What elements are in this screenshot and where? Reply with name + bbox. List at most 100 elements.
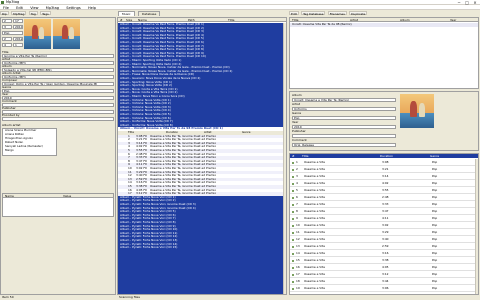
track-duration: 2:48 <box>382 195 389 199</box>
col-result-year[interactable]: Year <box>450 18 456 22</box>
field-value[interactable]: 2010 <box>2 96 114 100</box>
duplicate-button[interactable]: Duplicate <box>349 11 368 16</box>
track-checkbox-icon[interactable] <box>292 210 294 213</box>
track-number: 12 <box>296 237 300 241</box>
track-list[interactable]: 1 Ossame e Vita 3:08 Pop 2 Ossame e Vita 3:21 P… <box>290 159 475 294</box>
track-checkbox-icon[interactable] <box>292 189 294 192</box>
track-checkbox-icon[interactable] <box>292 266 294 269</box>
track-row[interactable]: 17 Ossame e Vita 3:12 Pop <box>290 271 475 278</box>
track-checkbox-icon[interactable] <box>292 231 294 234</box>
track-row[interactable]: 10 Ossame e Vita 3:02 Pop <box>290 222 475 229</box>
field-value[interactable] <box>2 117 114 121</box>
col-track-title[interactable]: Title <box>302 154 308 158</box>
track-row[interactable]: 1 Ossame e Vita 3:08 Pop <box>290 159 475 166</box>
track-list-scrollbar[interactable] <box>475 159 478 294</box>
track-checkbox-icon[interactable] <box>292 168 294 171</box>
track-checkbox-icon[interactable] <box>292 224 294 227</box>
track-row[interactable]: 16 Ossame e Vita 4:05 Pop <box>290 264 475 271</box>
tab-database[interactable]: Database <box>138 11 161 16</box>
col-track-number[interactable]: # <box>292 154 295 158</box>
track-genre: Pop <box>432 265 438 269</box>
tab-music[interactable]: Music <box>118 11 135 16</box>
track-row[interactable]: 14 Ossame e Vita 3:16 Pop <box>290 250 475 257</box>
field-value[interactable]: Pop <box>2 89 114 93</box>
selected-result-row[interactable]: Unrelt: Ossame Vita Per Te da 98 (Remix) <box>290 23 478 27</box>
track-row[interactable]: 5 Ossame e Vita 3:55 Pop <box>290 187 475 194</box>
field-value[interactable]: Uniforms (MH) <box>2 61 114 65</box>
track-genre: Pop <box>432 188 438 192</box>
col-name[interactable]: Name <box>138 18 147 22</box>
tags-button[interactable]: Tags <box>40 11 51 16</box>
track-checkbox-icon[interactable] <box>292 252 294 255</box>
col-result-artist[interactable]: Artist <box>350 18 358 22</box>
track-checkbox-icon[interactable] <box>292 175 294 178</box>
info-value[interactable]: Unrelt: Ossame e Vita Per Te (Remix) <box>292 97 396 102</box>
track-row[interactable]: 19 Ossame e Vita 3:06 Pop <box>290 285 475 292</box>
field-value[interactable]: Gnome e Vita Per Te (Remix) <box>2 54 114 58</box>
track-checkbox-icon[interactable] <box>292 161 294 164</box>
track-checkbox-icon[interactable] <box>292 203 294 206</box>
file-list-scrollbar[interactable] <box>283 23 286 294</box>
genre-field[interactable]: Pop <box>2 31 23 35</box>
count-field[interactable]: 1 <box>13 43 23 47</box>
mp3tag-button[interactable]: Mp3tag <box>11 11 27 16</box>
track-checkbox-icon[interactable] <box>292 238 294 241</box>
track-row[interactable]: 3 Ossame e Vita 3:14 Pop <box>290 173 475 180</box>
col-result-title[interactable]: Title <box>292 18 298 22</box>
separator <box>2 163 114 166</box>
track-duration: 3:44 <box>382 279 389 283</box>
track-checkbox-icon[interactable] <box>292 217 294 220</box>
field-value[interactable]: Unreal: Ostro e Vita Per Te / Glen Golde… <box>2 82 114 86</box>
track-row[interactable]: 11 Ossame e Vita 3:29 Pop <box>290 229 475 236</box>
edit-button[interactable]: Edit <box>289 11 299 16</box>
track-checkbox-icon[interactable] <box>292 259 294 262</box>
track-row[interactable]: 4 Ossame e Vita 4:02 Pop <box>290 180 475 187</box>
col-size[interactable]: Size <box>126 18 132 22</box>
rating-field[interactable]: 4 <box>2 43 12 47</box>
track-row[interactable]: 18 Ossame e Vita 3:44 Pop <box>290 278 475 285</box>
col-result-album[interactable]: Album <box>400 18 410 22</box>
info-value[interactable]: Orig. Release <box>292 142 396 147</box>
track-row[interactable]: 15 Ossame e Vita 3:38 Pop <box>290 257 475 264</box>
info-value[interactable]: 2010 <box>292 124 396 129</box>
col-path[interactable]: Path <box>188 18 195 22</box>
track-row[interactable]: 12 Ossame e Vita 3:40 Pop <box>290 236 475 243</box>
track-row[interactable]: 2 Ossame e Vita 3:21 Pop <box>290 166 475 173</box>
bpm-field[interactable]: 2 <box>2 37 12 41</box>
year-field[interactable]: 2010 <box>13 25 23 29</box>
disc-field[interactable]: 3 <box>2 25 12 29</box>
tag-database-button[interactable]: Tag Database <box>301 11 326 16</box>
track-field[interactable]: 2 <box>2 19 12 23</box>
file-list[interactable]: Album - Unrelt: Ossame Ve Past Ferre. Pr… <box>118 23 283 294</box>
album-artist-list[interactable]: Arena Sirena Plummer Ariana Rotten Hiragon… <box>2 128 57 156</box>
info-value[interactable] <box>292 133 396 138</box>
track-checkbox-icon[interactable] <box>292 273 294 276</box>
track-row[interactable]: 8 Ossame e Vita 3:47 Pop <box>290 208 475 215</box>
info-value[interactable]: Unforms <box>292 106 396 111</box>
comment-box[interactable]: Name Value <box>2 193 114 217</box>
album-artist-item[interactable]: Margo <box>3 149 56 153</box>
col-number[interactable]: # <box>120 18 123 22</box>
track-checkbox-icon[interactable] <box>292 182 294 185</box>
track-checkbox-icon[interactable] <box>292 287 294 290</box>
col-title[interactable]: Title <box>228 18 234 22</box>
track-checkbox-icon[interactable] <box>292 196 294 199</box>
field-value[interactable]: Uniforms (MH) <box>2 75 114 79</box>
track-row[interactable]: 7 Ossame e Vita 3:33 Pop <box>290 201 475 208</box>
track-checkbox-icon[interactable] <box>292 245 294 248</box>
total-field[interactable]: 17 <box>13 19 23 23</box>
filenames-button[interactable]: Filenames <box>327 11 347 16</box>
track-title: Ossame e Vita <box>304 167 325 171</box>
list-item[interactable]: Album - Pyrelli: Forte Nova Voci (CD 15) <box>118 246 283 250</box>
track-row[interactable]: 6 Ossame e Vita 2:48 Pop <box>290 194 475 201</box>
col-track-duration[interactable]: Duration <box>380 154 393 158</box>
col-track-genre[interactable]: Genre <box>430 154 439 158</box>
track-checkbox-icon[interactable] <box>292 280 294 283</box>
orig-year-field[interactable]: 2012 <box>13 37 23 41</box>
field-value[interactable] <box>2 103 114 107</box>
track-row[interactable]: 9 Ossame e Vita 4:11 Pop <box>290 215 475 222</box>
info-value[interactable]: Pop <box>292 115 396 120</box>
rip-button[interactable]: Rip <box>0 11 9 16</box>
tag-button[interactable]: Tag <box>28 11 38 16</box>
track-row[interactable]: 13 Ossame e Vita 2:59 Pop <box>290 243 475 250</box>
